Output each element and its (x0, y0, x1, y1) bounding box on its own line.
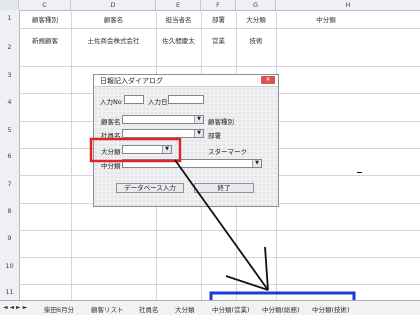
sheet-tab-7[interactable]: 中分類(技術) (312, 304, 350, 314)
sheet-tab-2[interactable]: 顧客リスト (91, 304, 124, 314)
sheet-tab-1[interactable]: 柴田6月分 (44, 304, 74, 314)
sheet-tab-5[interactable]: 中分類(営業) (212, 304, 250, 314)
arrow-shaft (174, 159, 269, 291)
red-highlight-box (89, 137, 182, 163)
sheet-tab-3[interactable]: 社員名 (139, 304, 159, 314)
arrow-head-left (225, 275, 269, 291)
annotation-overlay (89, 137, 356, 314)
sheet-tab-bar: ◄ ◄ ► ► 柴田6月分 顧客リスト 社員名 大分類 中分類(営業) 中分類(… (0, 300, 420, 315)
arrow-head-right (264, 246, 269, 291)
tab-nav-arrows[interactable]: ◄ ◄ ► ► (3, 304, 27, 311)
sheet-tab-4[interactable]: 大分類 (175, 304, 195, 314)
sheet-tab-6[interactable]: 中分類(総務) (262, 304, 300, 314)
